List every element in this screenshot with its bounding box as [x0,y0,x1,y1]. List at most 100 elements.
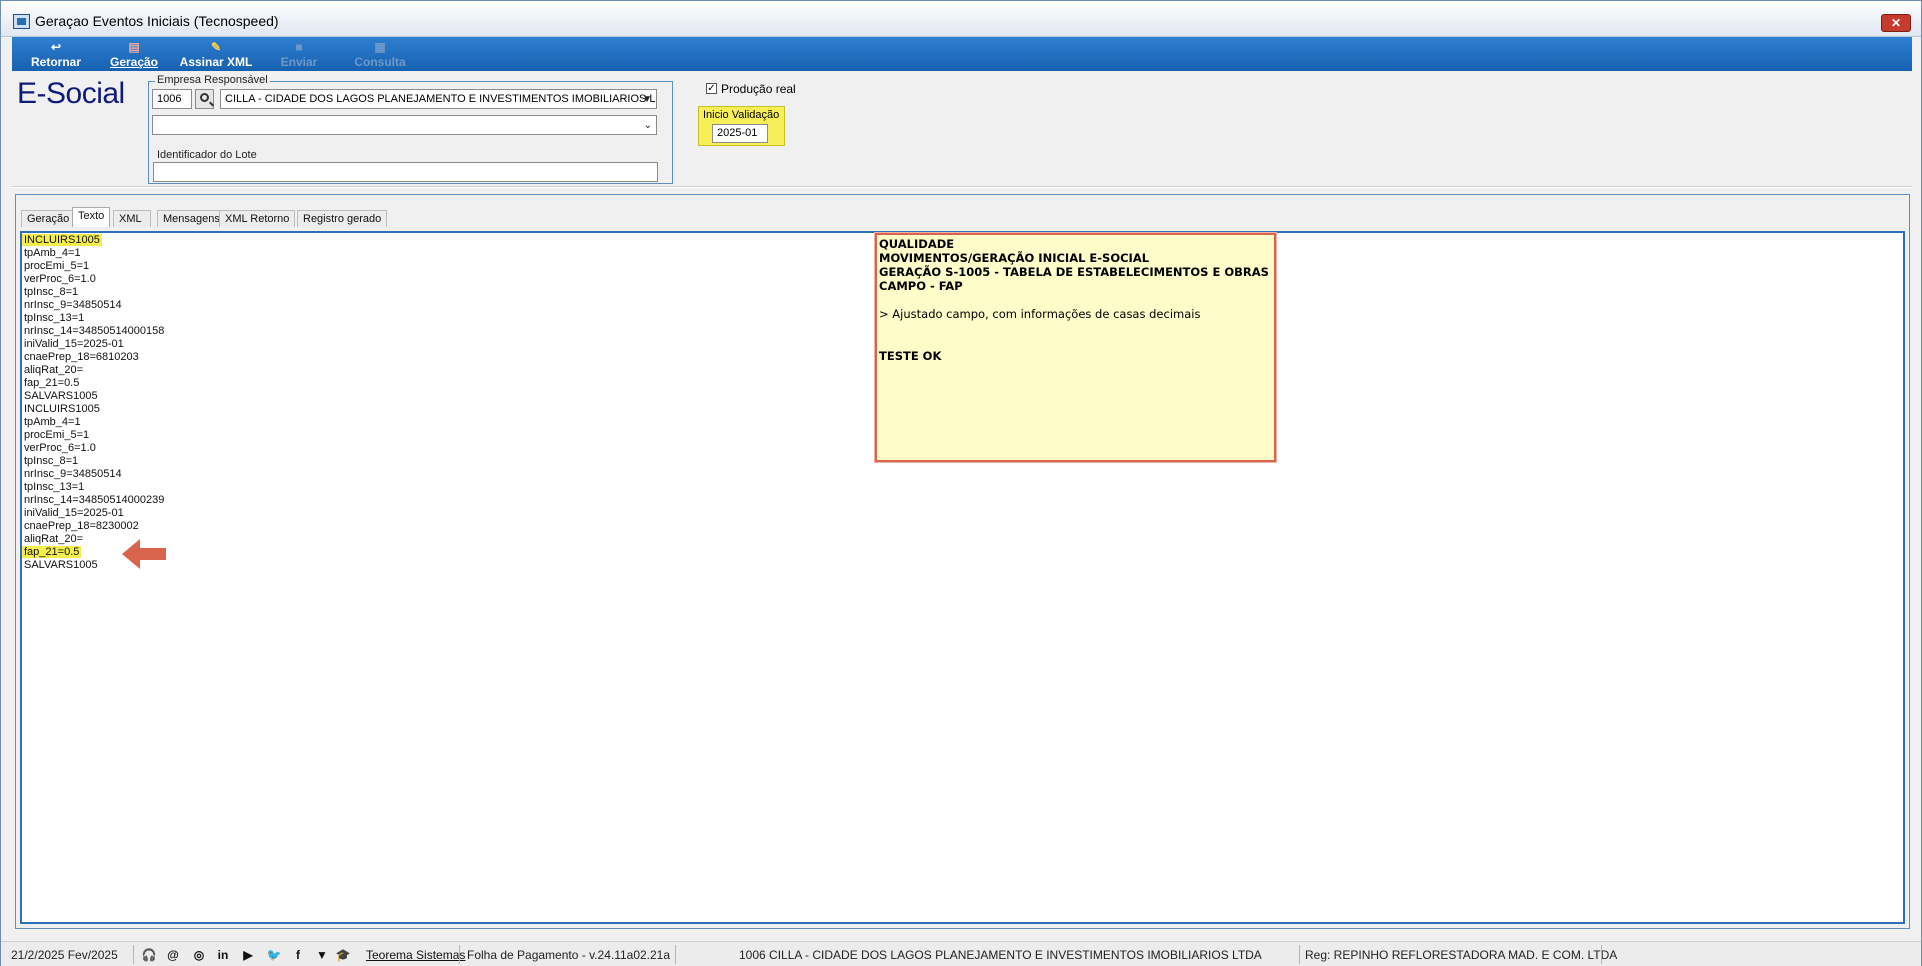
title-bar: Geraçao Eventos Iniciais (Tecnospeed) ✕ [1,1,1921,37]
text-lines: INCLUIRS1005 tpAmb_4=1 procEmi_5=1 verProc_… [22,234,164,572]
text-line: verProc_6=1.0 [24,273,164,286]
note-line [879,321,1272,335]
empresa-search-button[interactable] [195,89,214,109]
text-line: nrInsc_14=34850514000239 [24,494,164,507]
text-line-value: nrInsc_9=34850514 [24,299,122,311]
text-line-value: nrInsc_9=34850514 [24,468,122,480]
note-line: GERAÇÃO S-1005 - TABELA DE ESTABELECIMEN… [879,265,1269,279]
text-line: tpAmb_4=1 [24,416,164,429]
geracao-button[interactable]: ▤ Geração [104,37,164,71]
app-window: Geraçao Eventos Iniciais (Tecnospeed) ✕ … [0,0,1922,966]
text-line-value: nrInsc_14=34850514000239 [24,494,165,506]
text-line-value: verProc_6=1.0 [24,442,96,454]
note-line: > Ajustado campo, com informações de cas… [879,307,1201,321]
consulta-button[interactable]: ▦ Consulta [348,37,412,71]
empresa-group: Empresa Responsável 1006 CILLA - CIDADE … [148,74,673,184]
text-line: tpInsc_8=1 [24,455,164,468]
brand-icon[interactable]: ▼ [314,948,330,962]
facebook-icon[interactable]: f [290,948,306,962]
text-line: nrInsc_14=34850514000158 [24,325,164,338]
instagram-icon[interactable]: ◎ [191,948,207,962]
youtube-icon[interactable]: ▶ [240,948,256,962]
text-line: tpAmb_4=1 [24,247,164,260]
text-line: INCLUIRS1005 [24,403,164,416]
query-icon: ▦ [374,40,386,54]
text-line-value: cnaePrep_18=8230002 [24,520,139,532]
inicio-validacao-box: Inicio Validação 2025-01 [698,106,785,146]
text-line-value: INCLUIRS1005 [22,234,102,246]
retornar-button[interactable]: ↩ Retornar [24,37,88,71]
note-line [879,293,1272,307]
tab-mensagens[interactable]: Mensagens [157,210,226,227]
status-divider [133,945,134,964]
enviar-button[interactable]: ■ Enviar [272,37,326,71]
sign-xml-icon: ✎ [210,40,222,54]
text-line-value: procEmi_5=1 [24,429,90,441]
text-line: nrInsc_9=34850514 [24,468,164,481]
at-icon[interactable]: @ [165,948,181,962]
inicio-validacao-label: Inicio Validação [703,109,780,121]
empresa-select-value: CILLA - CIDADE DOS LAGOS PLANEJAMENTO E … [225,93,656,105]
graduation-icon[interactable]: 🎓 [335,948,351,962]
text-line-value: tpAmb_4=1 [24,416,81,428]
tab-texto[interactable]: Texto [72,207,111,227]
retornar-label: Retornar [30,55,81,69]
note-line: QUALIDADE [879,237,955,251]
empresa-group-title: Empresa Responsável [155,74,270,86]
empresa-secondary-select[interactable]: ⌄ [152,115,657,135]
text-line: nrInsc_9=34850514 [24,299,164,312]
text-line-value: tpInsc_8=1 [24,286,79,298]
text-line: tpInsc_8=1 [24,286,164,299]
status-empresa: 1006 CILLA - CIDADE DOS LAGOS PLANEJAMEN… [739,948,1262,962]
text-line: aliqRat_20= [24,364,164,377]
text-line-value: tpInsc_13=1 [24,481,85,493]
producao-real-label: Produção real [721,82,796,96]
text-line: tpInsc_13=1 [24,481,164,494]
toolbar: ↩ Retornar ▤ Geração ✎ Assinar XML ■ Env… [12,37,1912,71]
note-line: MOVIMENTOS/GERAÇÃO INICIAL E-SOCIAL [879,251,1150,265]
text-line: cnaePrep_18=6810203 [24,351,164,364]
geracao-label: Geração [109,55,159,69]
text-line: cnaePrep_18=8230002 [24,520,164,533]
text-line: tpInsc_13=1 [24,312,164,325]
esocial-logo: E-Social [17,77,125,110]
tab-xml[interactable]: XML [113,210,151,227]
empresa-select[interactable]: CILLA - CIDADE DOS LAGOS PLANEJAMENTO E … [220,89,657,109]
chevron-down-icon[interactable]: ⌄ [644,117,652,134]
text-line-value: procEmi_5=1 [24,260,90,272]
search-icon [200,93,209,102]
status-bar: 21/2/2025 Fev/2025 🎧 @ ◎ in ▶ 🐦 f ▼ 🎓 Teorema Si… [1,941,1921,966]
teorema-link[interactable]: Teorema Sistemas [366,948,465,962]
close-button[interactable]: ✕ [1881,14,1911,32]
text-line: verProc_6=1.0 [24,442,164,455]
text-line-value: tpInsc_8=1 [24,455,79,467]
status-date: 21/2/2025 Fev/2025 [11,948,118,962]
tab-geracao[interactable]: Geração [21,210,76,227]
status-divider [1299,945,1300,964]
quality-note: QUALIDADE MOVIMENTOS/GERAÇÃO INICIAL E-SO… [875,233,1276,462]
text-line: procEmi_5=1 [24,260,164,273]
consulta-label: Consulta [354,55,406,69]
assinar-xml-button[interactable]: ✎ Assinar XML [176,37,256,71]
inicio-validacao-input[interactable]: 2025-01 [712,124,768,143]
text-line-value: nrInsc_14=34850514000158 [24,325,165,337]
chevron-down-icon[interactable]: ▼ [642,91,652,108]
text-line-value: fap_21=0.5 [22,546,82,558]
text-line-value: SALVARS1005 [24,559,98,571]
window-title: Geraçao Eventos Iniciais (Tecnospeed) [35,13,279,29]
lote-label: Identificador do Lote [157,149,257,161]
text-line-value: verProc_6=1.0 [24,273,96,285]
tab-xml-retorno[interactable]: XML Retorno [219,210,296,227]
twitter-icon[interactable]: 🐦 [266,948,282,962]
producao-real-checkbox[interactable]: ✓ [706,83,717,94]
arrow-left-icon [122,539,166,569]
empresa-code-input[interactable]: 1006 [152,89,192,109]
tab-registro-gerado[interactable]: Registro gerado [297,210,388,227]
text-content-area[interactable]: INCLUIRS1005 tpAmb_4=1 procEmi_5=1 verProc_… [20,231,1905,924]
lote-input[interactable] [153,162,658,182]
text-line: SALVARS1005 [24,390,164,403]
linkedin-icon[interactable]: in [215,948,231,962]
headset-icon[interactable]: 🎧 [141,948,157,962]
text-line-value: aliqRat_20= [24,364,84,376]
teorema-link-text[interactable]: Teorema Sistemas [366,948,465,962]
